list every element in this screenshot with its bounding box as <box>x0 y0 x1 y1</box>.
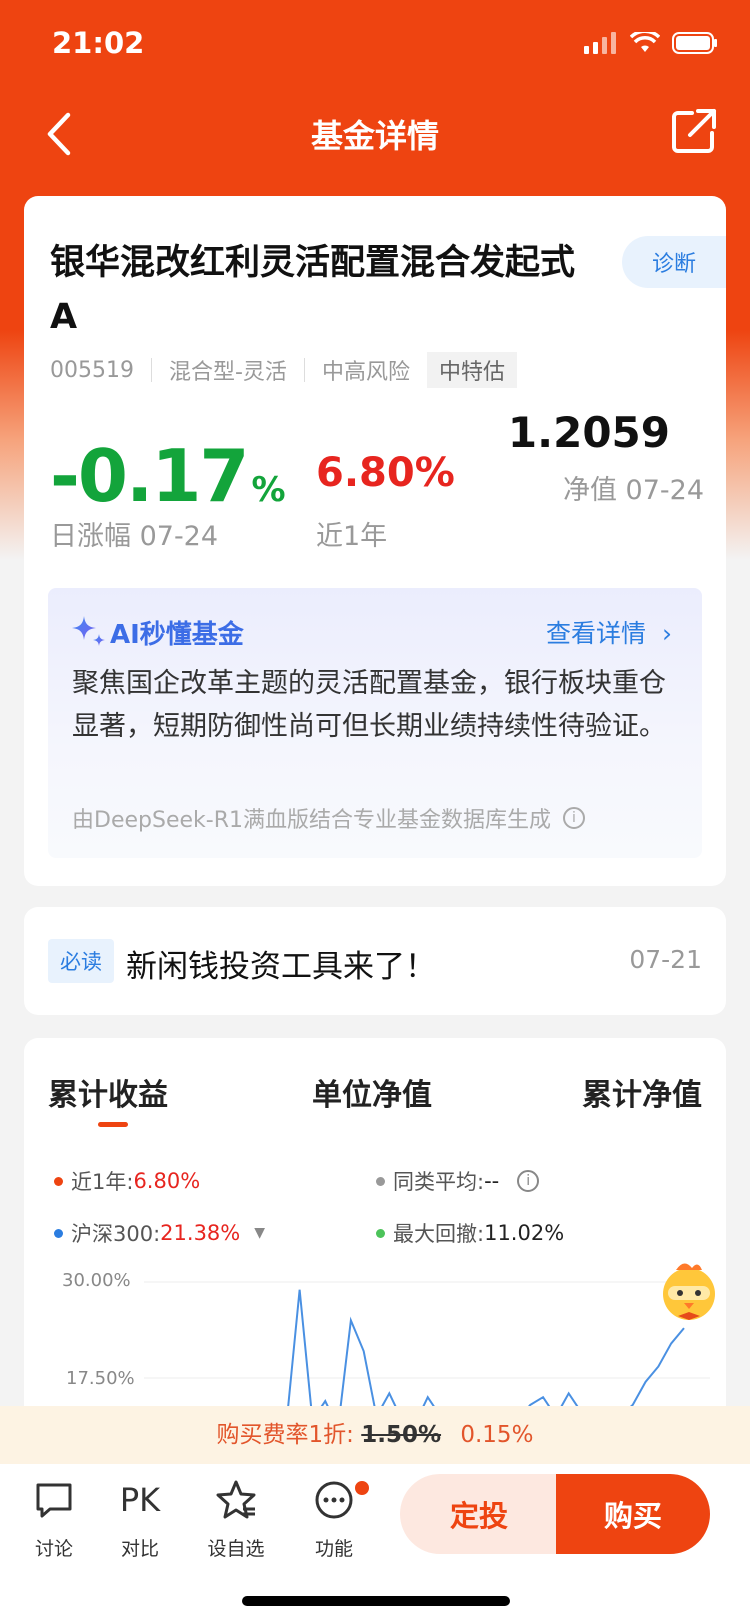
home-indicator <box>242 1596 510 1606</box>
ai-summary-more-link[interactable]: 查看详情 › <box>546 614 672 650</box>
daily-change-unit: % <box>251 470 286 510</box>
discuss-label: 讨论 <box>34 1538 73 1560</box>
y-tick-label: 30.00% <box>62 1270 131 1291</box>
fee-old-rate: 1.50% <box>361 1422 442 1448</box>
news-badge: 必读 <box>48 939 114 983</box>
share-icon[interactable] <box>670 107 718 155</box>
more-dots-icon <box>315 1481 353 1519</box>
legend-hs300-value: 21.38% <box>160 1221 241 1245</box>
ai-summary-more-label: 查看详情 <box>546 619 647 648</box>
status-icons <box>584 32 718 54</box>
auto-invest-button[interactable]: 定投 <box>400 1474 558 1554</box>
notification-dot <box>352 1478 372 1498</box>
star-icon <box>216 1480 256 1519</box>
ai-summary-source: 由DeepSeek-R1满血版结合专业基金数据库生成 i <box>72 802 585 834</box>
signal-icon <box>584 32 616 54</box>
discuss-button[interactable]: 讨论 <box>14 1474 94 1561</box>
sparkle-icon <box>72 616 105 646</box>
status-time: 21:02 <box>52 26 145 60</box>
daily-change: -0.17% <box>50 434 286 518</box>
legend-drawdown-value: 11.02% <box>484 1221 565 1245</box>
chat-bubble-icon <box>36 1483 72 1518</box>
pk-icon: PK <box>119 1481 161 1519</box>
legend-year: 近1年: 6.80% <box>54 1166 200 1196</box>
chevron-right-icon: › <box>662 619 672 648</box>
info-icon[interactable]: i <box>517 1170 540 1192</box>
ai-summary-text: 聚焦国企改革主题的灵活配置基金，银行板块重仓显著，短期防御性尚可但长期业绩持续性… <box>72 668 666 742</box>
functions-button[interactable]: 功能 <box>294 1474 374 1561</box>
legend-dot <box>376 1176 385 1186</box>
legend-drawdown-label: 最大回撤: <box>393 1222 485 1246</box>
battery-icon <box>672 32 717 54</box>
compare-button[interactable]: PK 对比 <box>100 1474 180 1561</box>
fund-tag[interactable]: 中特估 <box>426 352 517 388</box>
compare-label: 对比 <box>120 1538 159 1560</box>
legend-hs300[interactable]: 沪深300: 21.38% ▼ <box>54 1218 265 1248</box>
fund-code: 005519 <box>50 357 134 383</box>
legend-year-label: 近1年: <box>71 1170 134 1194</box>
wifi-icon <box>630 32 660 52</box>
legend-avg: 同类平均: -- i <box>376 1166 540 1196</box>
legend-dot <box>376 1228 385 1238</box>
caret-down-icon: ▼ <box>254 1225 266 1241</box>
tab-cumulative-nav[interactable]: 累计净值 <box>582 1070 702 1114</box>
mascot-icon[interactable] <box>654 1256 724 1326</box>
tab-cumulative-return[interactable]: 累计收益 <box>48 1070 168 1114</box>
nav-bar: 基金详情 <box>0 95 750 173</box>
ai-summary-source-text: 由DeepSeek-R1满血版结合专业基金数据库生成 <box>72 808 551 833</box>
news-date: 07-21 <box>629 945 702 974</box>
legend-dot <box>54 1176 63 1186</box>
ai-summary-title: AI秒懂基金 <box>110 620 244 650</box>
news-card[interactable]: 必读 新闲钱投资工具来了！ 07-21 <box>24 907 726 1015</box>
legend-hs300-label: 沪深300: <box>71 1222 161 1246</box>
fee-banner: 购买费率1折: 1.50% 0.15% <box>0 1406 750 1464</box>
watchlist-button[interactable]: 设自选 <box>196 1474 276 1561</box>
divider <box>303 358 305 382</box>
tab-unit-nav[interactable]: 单位净值 <box>312 1070 432 1114</box>
fund-card: 银华混改红利灵活配置混合发起式A 诊断 005519 混合型-灵活 中高风险 中… <box>24 196 726 886</box>
legend-avg-label: 同类平均: <box>393 1170 485 1194</box>
nav-value: 1.2059 <box>507 408 670 457</box>
year-return-value: 6.80% <box>316 450 455 496</box>
y-tick-label: 17.50% <box>66 1368 135 1389</box>
daily-change-value: -0.17 <box>50 434 250 518</box>
line-chart[interactable] <box>144 1268 710 1428</box>
legend-dot <box>54 1228 63 1238</box>
legend-drawdown: 最大回撤: 11.02% <box>376 1218 564 1248</box>
functions-label: 功能 <box>314 1538 353 1560</box>
daily-change-label: 日涨幅 07-24 <box>50 521 219 552</box>
legend-year-value: 6.80% <box>133 1169 201 1193</box>
year-return-label: 近1年 <box>316 521 388 552</box>
status-bar: 21:02 <box>0 0 750 90</box>
nav-label: 净值 07-24 <box>562 475 704 506</box>
legend-avg-value: -- <box>484 1169 500 1193</box>
fund-risk: 中高风险 <box>321 360 410 385</box>
fund-meta-row: 005519 混合型-灵活 中高风险 中特估 <box>50 352 517 388</box>
ai-summary-box[interactable]: AI秒懂基金 查看详情 › 聚焦国企改革主题的灵活配置基金，银行板块重仓显著，短… <box>48 588 702 858</box>
fund-name: 银华混改红利灵活配置混合发起式A <box>50 243 576 337</box>
fund-type: 混合型-灵活 <box>168 360 287 385</box>
news-text: 新闲钱投资工具来了！ <box>126 949 436 985</box>
diagnose-button[interactable]: 诊断 <box>622 236 726 288</box>
tab-active-indicator <box>98 1122 128 1127</box>
info-icon[interactable]: i <box>562 807 585 829</box>
fee-label: 购买费率1折: <box>216 1422 354 1448</box>
buy-button[interactable]: 购买 <box>556 1474 710 1554</box>
page-title: 基金详情 <box>310 117 439 155</box>
watchlist-label: 设自选 <box>207 1538 265 1560</box>
divider <box>150 358 152 382</box>
fee-new-rate: 0.15% <box>460 1422 534 1448</box>
